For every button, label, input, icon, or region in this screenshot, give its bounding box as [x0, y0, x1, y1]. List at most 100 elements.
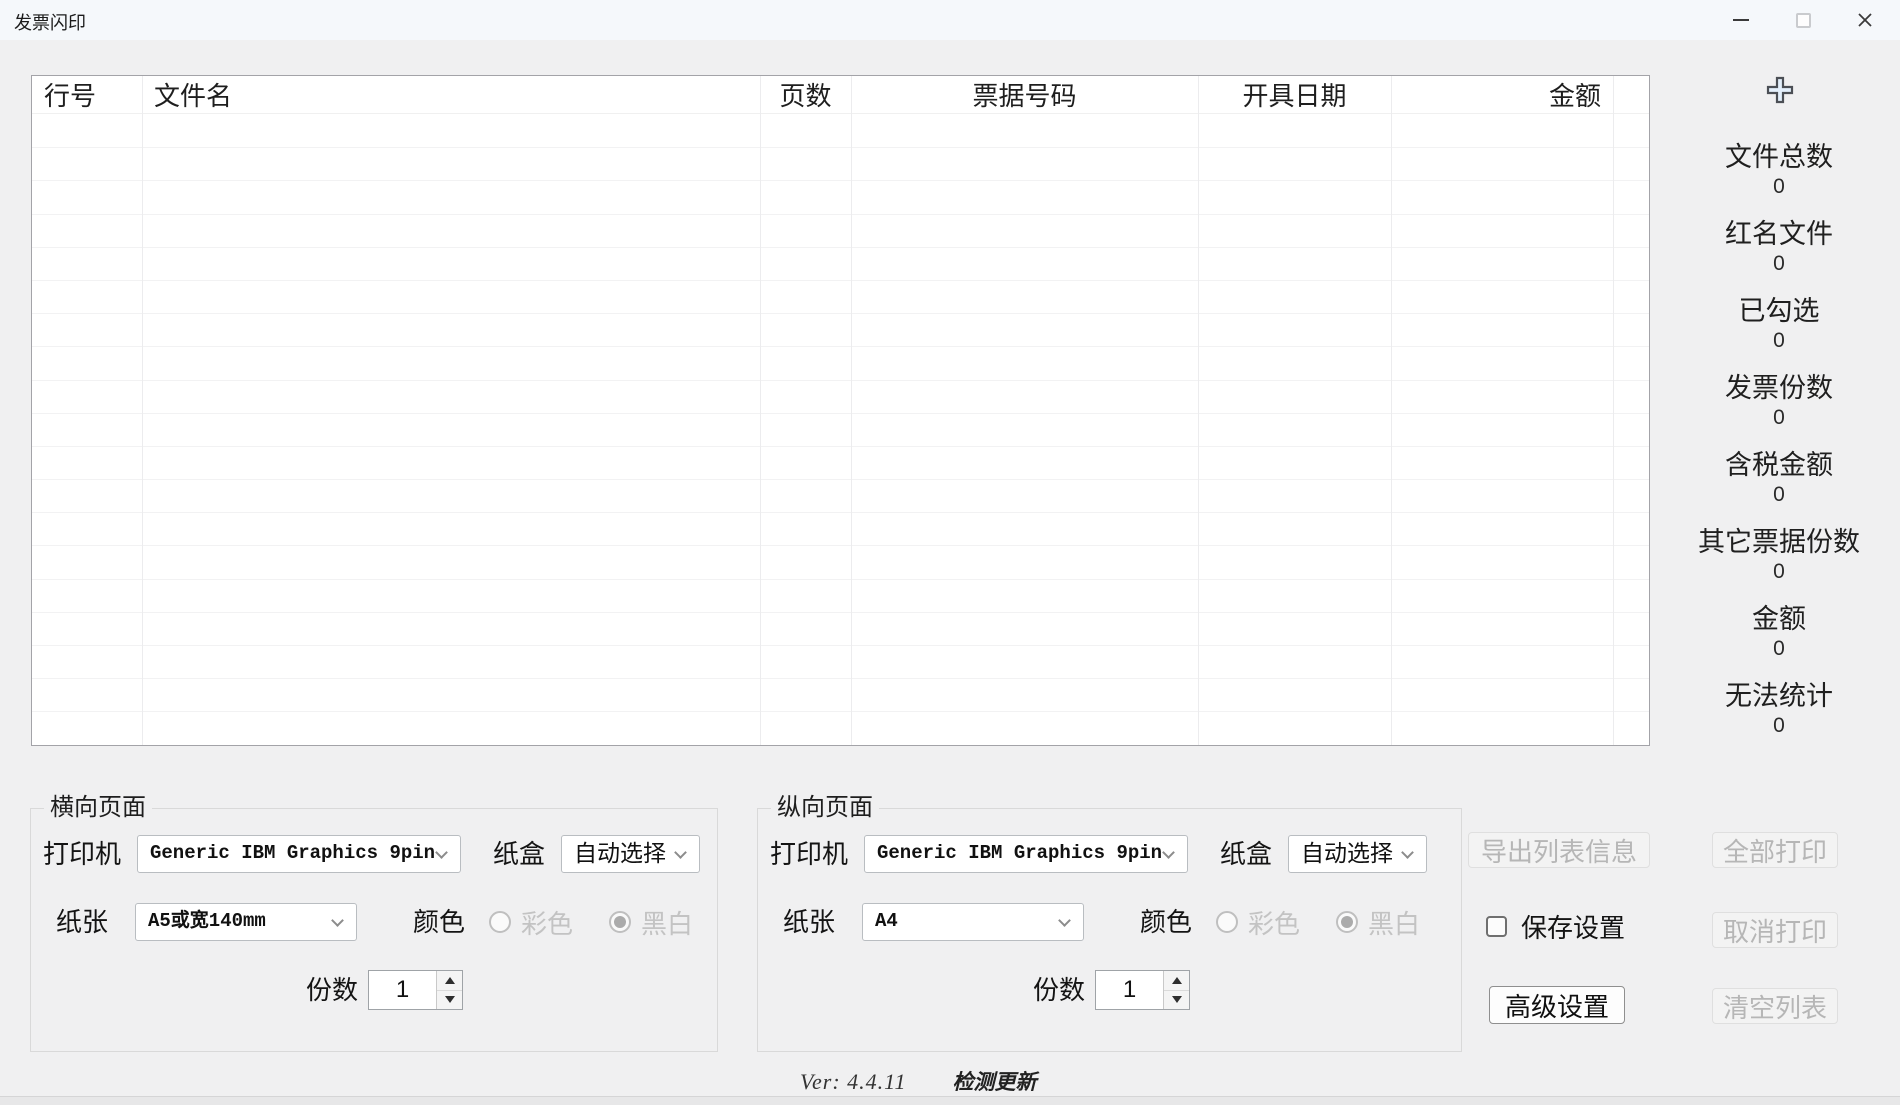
add-files-button[interactable]: [1756, 68, 1804, 112]
stat-item: 文件总数 0: [1656, 142, 1900, 219]
bottom-strip: [0, 1096, 1900, 1105]
paper-select[interactable]: A5或宽140mm: [135, 903, 357, 941]
column-header-5[interactable]: 金额: [1391, 76, 1613, 114]
paper-value: A4: [875, 904, 898, 939]
table-row: [32, 513, 1649, 546]
table-row: [32, 580, 1649, 613]
portrait-settings-group: 纵向页面 打印机 Generic IBM Graphics 9pin 纸盒 自动…: [757, 808, 1462, 1052]
minimize-button[interactable]: [1710, 0, 1772, 40]
column-header-2[interactable]: 页数: [760, 76, 851, 114]
spinner-down-button[interactable]: [437, 990, 462, 1010]
table-row: [32, 148, 1649, 181]
radio-selected-icon: [1336, 911, 1358, 933]
titlebar: 发票闪印: [0, 0, 1900, 40]
stat-label: 其它票据份数: [1656, 527, 1900, 557]
chevron-down-icon: [435, 846, 448, 859]
table-body: [32, 115, 1649, 745]
chevron-down-icon: [1401, 846, 1414, 859]
stat-label: 发票份数: [1656, 373, 1900, 403]
copies-stepper[interactable]: 1: [1095, 970, 1190, 1010]
app-window: 发票闪印 行号文件名页数票据号码开具日期金额 文件总数0红名: [0, 0, 1900, 1105]
printer-value: Generic IBM Graphics 9pin: [877, 836, 1162, 871]
stat-label: 含税金额: [1656, 450, 1900, 480]
color-option-bw[interactable]: 黑白: [609, 904, 693, 941]
tray-value: 自动选择: [574, 836, 666, 871]
spinner-up-button[interactable]: [437, 971, 462, 990]
table-row: [32, 414, 1649, 447]
column-header-3[interactable]: 票据号码: [851, 76, 1198, 114]
table-row: [32, 347, 1649, 380]
paper-select[interactable]: A4: [862, 903, 1084, 941]
tray-label: 纸盒: [1220, 835, 1272, 873]
column-header-4[interactable]: 开具日期: [1198, 76, 1391, 114]
maximize-button[interactable]: [1772, 0, 1834, 40]
checkbox-unchecked-icon[interactable]: [1486, 916, 1507, 937]
paper-label: 纸张: [783, 903, 835, 941]
table-row: [32, 679, 1649, 712]
copies-value: 1: [369, 971, 436, 1009]
plus-icon: [1765, 75, 1795, 105]
table-row: [32, 613, 1649, 646]
table-row: [32, 215, 1649, 248]
close-icon: [1856, 11, 1874, 29]
close-button[interactable]: [1834, 0, 1896, 40]
printer-select[interactable]: Generic IBM Graphics 9pin: [864, 835, 1188, 873]
save-settings-label: 保存设置: [1521, 908, 1625, 945]
export-list-button[interactable]: 导出列表信息: [1468, 832, 1650, 868]
advanced-settings-button[interactable]: 高级设置: [1489, 986, 1625, 1024]
stat-label: 文件总数: [1656, 142, 1900, 172]
color-option-bw[interactable]: 黑白: [1336, 904, 1420, 941]
cancel-print-button[interactable]: 取消打印: [1712, 912, 1838, 948]
stat-value: 0: [1656, 175, 1900, 199]
stat-value: 0: [1656, 252, 1900, 276]
save-settings-checkbox-row[interactable]: 保存设置: [1486, 906, 1625, 946]
stat-label: 无法统计: [1656, 681, 1900, 711]
table-row: [32, 314, 1649, 347]
spinner-up-button[interactable]: [1164, 971, 1189, 990]
spinner-down-button[interactable]: [1164, 990, 1189, 1010]
column-header-1[interactable]: 文件名: [142, 76, 760, 114]
color-option-color[interactable]: 彩色: [1216, 904, 1300, 941]
tray-label: 纸盒: [493, 835, 545, 873]
window-controls: [1710, 0, 1896, 40]
radio-unselected-icon: [489, 911, 511, 933]
color-option-color[interactable]: 彩色: [489, 904, 573, 941]
stat-value: 0: [1656, 637, 1900, 661]
stats-panel: 文件总数0红名文件0已勾选0发票份数0含税金额0其它票据份数0金额0无法统计0: [1656, 142, 1900, 758]
column-header-0[interactable]: 行号: [32, 76, 142, 114]
stat-item: 无法统计0: [1656, 681, 1900, 758]
print-all-button[interactable]: 全部打印: [1712, 832, 1838, 868]
printer-select[interactable]: Generic IBM Graphics 9pin: [137, 835, 461, 873]
column-header-spacer[interactable]: [1613, 76, 1651, 114]
color-radio-group: 彩色 黑白: [489, 903, 693, 941]
table-row: [32, 381, 1649, 414]
table-row: [32, 546, 1649, 579]
stat-label: 金额: [1656, 604, 1900, 634]
file-table[interactable]: 行号文件名页数票据号码开具日期金额: [31, 75, 1650, 746]
stat-item: 红名文件0: [1656, 219, 1900, 296]
arrow-down-icon: [445, 996, 455, 1003]
minimize-icon: [1733, 19, 1749, 21]
copies-label: 份数: [306, 971, 358, 1009]
color-label: 颜色: [1140, 903, 1192, 941]
clear-list-button[interactable]: 清空列表: [1712, 988, 1838, 1024]
color-label: 颜色: [413, 903, 465, 941]
group-title: 横向页面: [44, 794, 152, 822]
footer: Ver: 4.4.11 检测更新: [800, 1066, 1037, 1096]
table-row: [32, 248, 1649, 281]
table-row: [32, 480, 1649, 513]
arrow-up-icon: [445, 977, 455, 984]
stat-value: 0: [1656, 406, 1900, 430]
table-row: [32, 181, 1649, 214]
check-update-link[interactable]: 检测更新: [953, 1066, 1037, 1096]
stat-value: 0: [1656, 483, 1900, 507]
stat-item: 发票份数 0: [1656, 373, 1900, 450]
stat-value: 0: [1656, 329, 1900, 353]
chevron-down-icon: [1058, 914, 1071, 927]
copies-stepper[interactable]: 1: [368, 970, 463, 1010]
table-row: [32, 115, 1649, 148]
copies-label: 份数: [1033, 971, 1085, 1009]
tray-select[interactable]: 自动选择: [1288, 835, 1427, 873]
tray-select[interactable]: 自动选择: [561, 835, 700, 873]
paper-label: 纸张: [56, 903, 108, 941]
